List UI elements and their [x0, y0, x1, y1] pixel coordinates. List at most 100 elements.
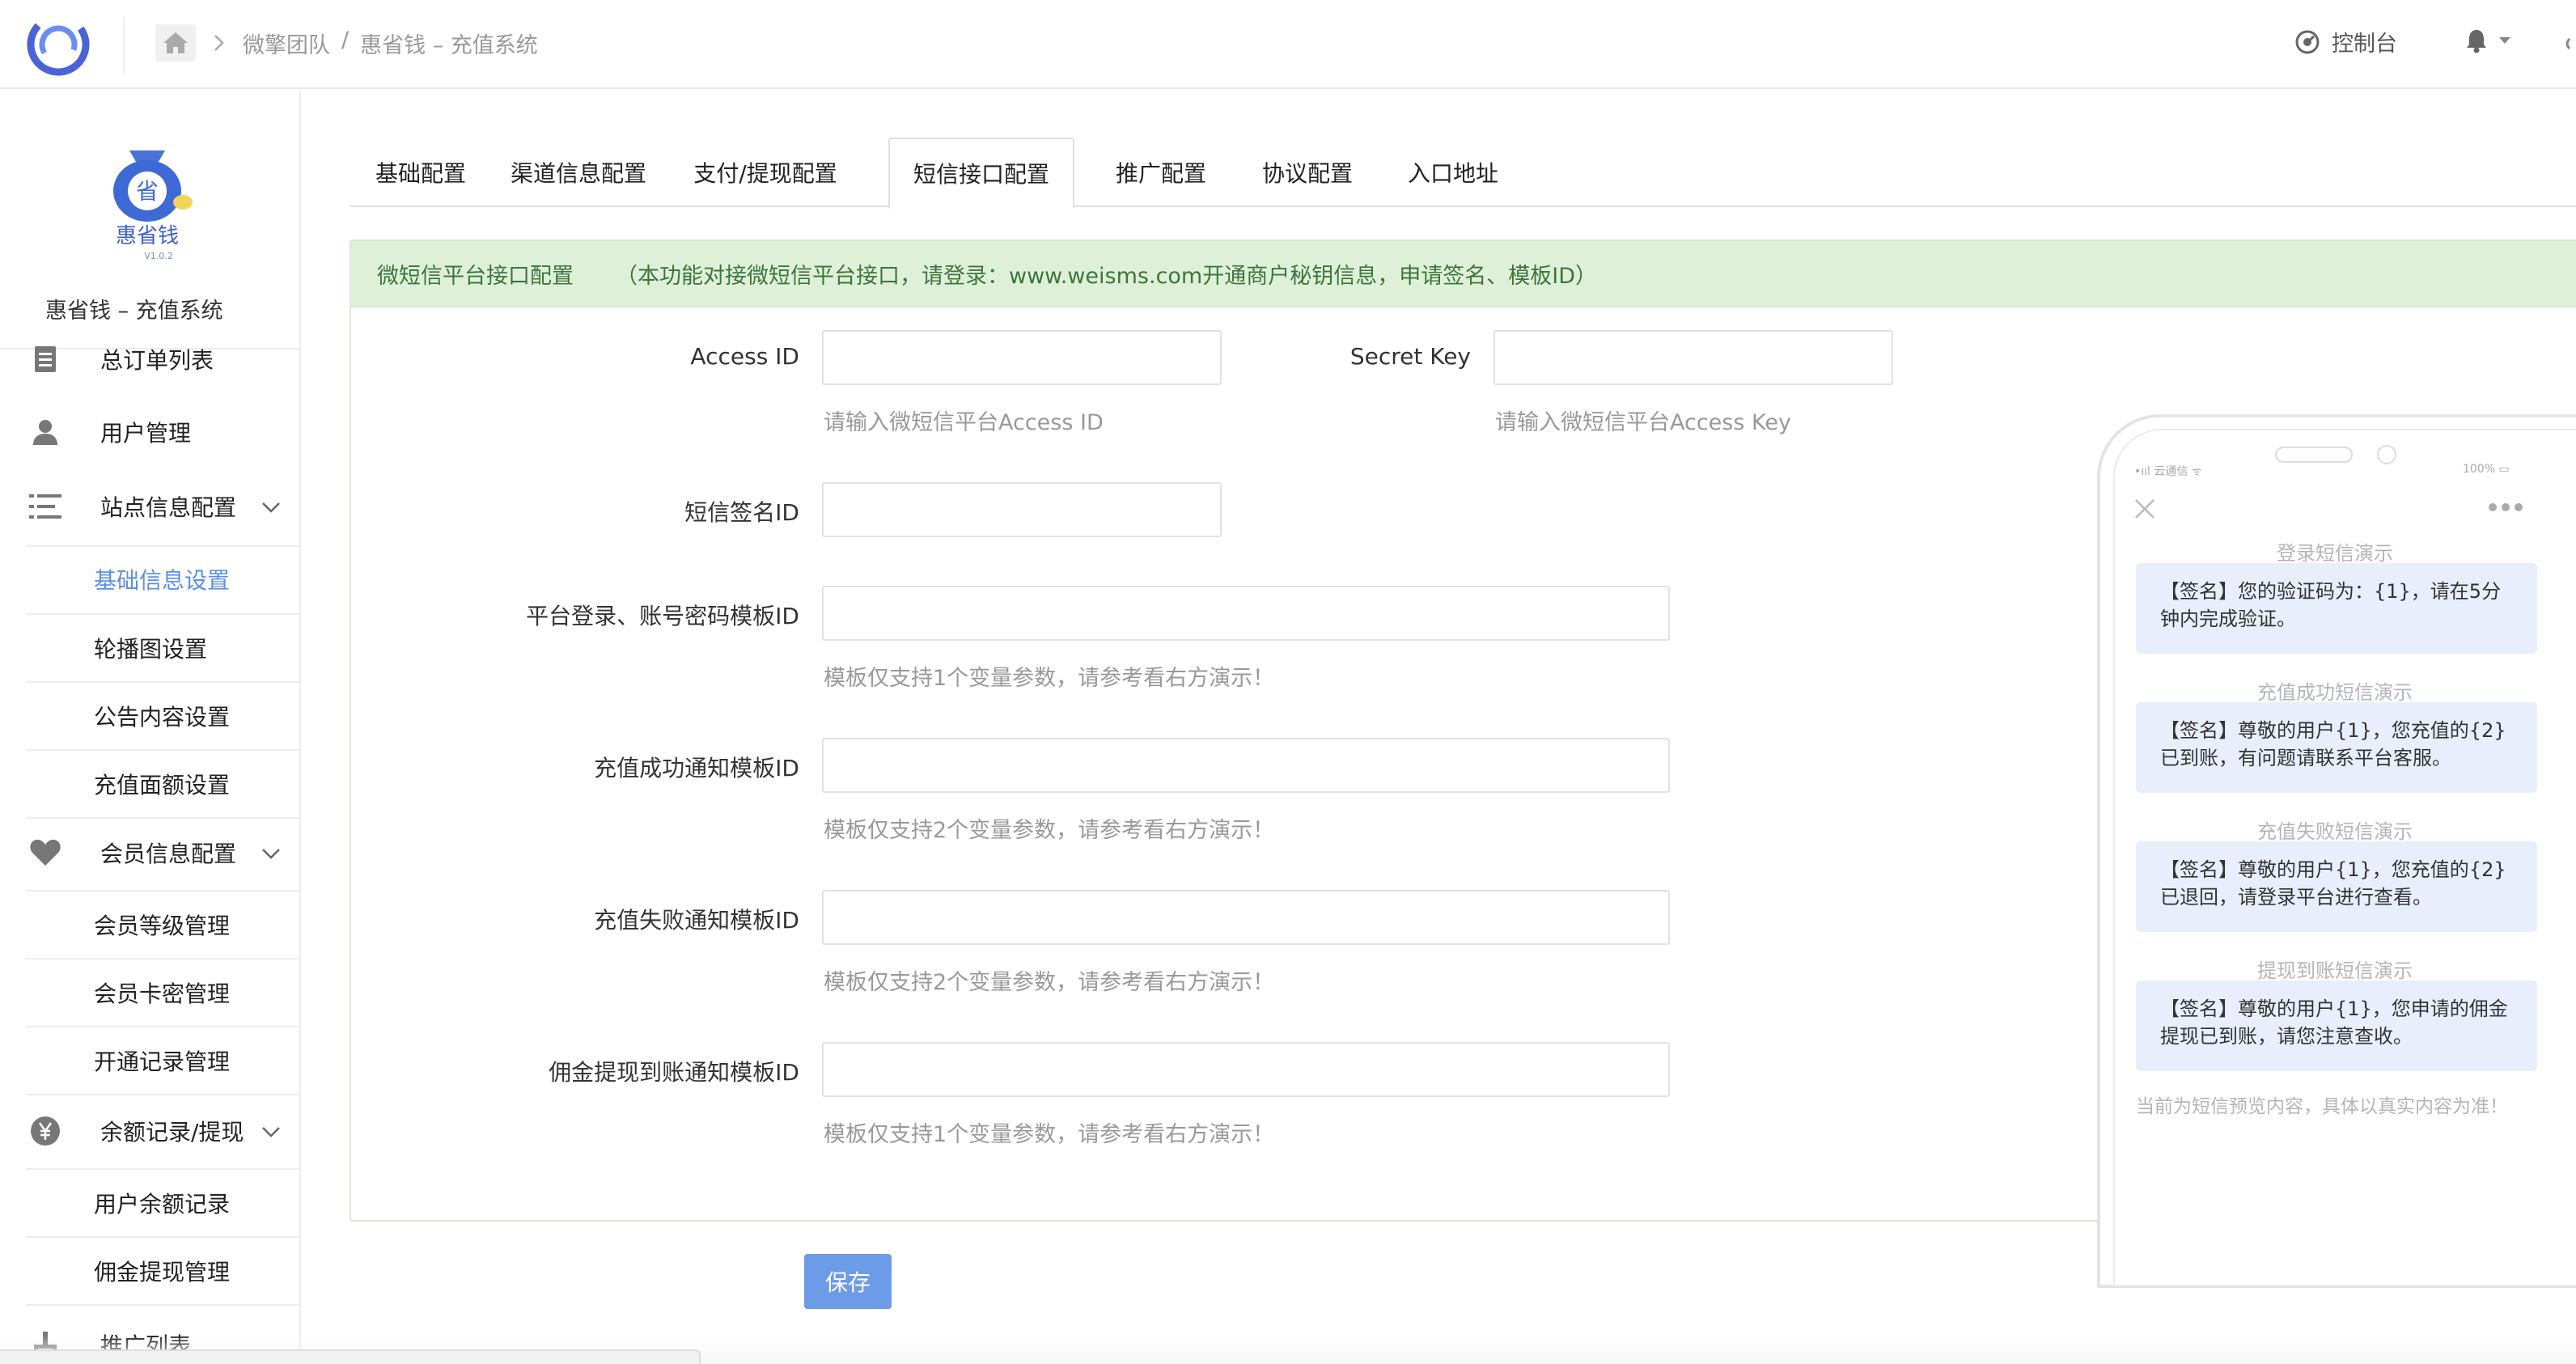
sidebar-item-label: 站点信息配置	[100, 494, 237, 521]
console-link[interactable]: 控制台	[2294, 26, 2397, 57]
preview-bubble-login: 【签名】您的验证码为：{1}，请在5分钟内完成验证。	[2136, 563, 2537, 654]
recharge-fail-template-help: 模板仅支持2个变量参数，请参考看右方演示！	[824, 970, 1275, 995]
sidebar-subitem-carousel[interactable]: 轮播图设置	[26, 613, 299, 681]
preview-bubble-withdraw: 【签名】尊敬的用户{1}，您申请的佣金提现已到账，请您注意查收。	[2136, 981, 2537, 1071]
preview-bubble-recharge-fail: 【签名】尊敬的用户{1}，您充值的{2}已退回，请登录平台进行查看。	[2136, 841, 2537, 932]
sidebar-subitem-user-balance[interactable]: 用户余额记录	[26, 1168, 299, 1236]
preview-caption-withdraw: 提现到账短信演示	[2257, 959, 2413, 982]
breadcrumb-item-app[interactable]: 惠省钱 – 充值系统	[360, 28, 538, 59]
preview-caption-login: 登录短信演示	[2277, 542, 2393, 565]
brand-name: 惠省钱 – 充值系统	[45, 299, 223, 324]
sidebar-item-balance[interactable]: 余额记录/提现	[0, 1097, 299, 1165]
recharge-success-template-input[interactable]	[822, 738, 1670, 793]
sidebar-subitem-label: 用户余额记录	[94, 1191, 231, 1218]
sidebar-item-users[interactable]: 用户管理	[0, 398, 299, 466]
preview-caption-recharge-success: 充值成功短信演示	[2257, 681, 2413, 704]
console-label: 控制台	[2332, 32, 2397, 57]
withdraw-template-help: 模板仅支持1个变量参数，请参考看右方演示！	[824, 1122, 1275, 1147]
app-logo-icon[interactable]	[21, 10, 95, 79]
notice-title: 微短信平台接口配置	[377, 263, 574, 289]
brand-logo-text: 惠省钱	[116, 224, 179, 248]
tab-channel-config[interactable]: 渠道信息配置	[494, 138, 663, 207]
bell-icon	[2467, 30, 2486, 53]
brand-version: V1.0.2	[144, 251, 173, 261]
caret-down-icon	[2499, 37, 2510, 44]
sidebar-subitem-label: 佣金提现管理	[94, 1259, 231, 1286]
access-id-input[interactable]	[822, 330, 1222, 385]
sidebar-subitem-label: 会员等级管理	[94, 913, 231, 939]
notice-text: （本功能对接微短信平台接口，请登录：www.weisms.com开通商户秘钥信息…	[616, 263, 1597, 289]
login-template-label: 平台登录、账号密码模板ID	[526, 603, 799, 629]
heart-icon	[28, 835, 63, 871]
top-header: 微擎团队 / 惠省钱 – 充值系统 控制台	[0, 0, 2576, 89]
breadcrumb-item-team[interactable]: 微擎团队	[243, 28, 330, 59]
secret-key-help: 请输入微短信平台Access Key	[1495, 410, 1791, 435]
browser-status-bar	[0, 1349, 701, 1364]
close-icon	[2135, 499, 2154, 519]
brand-logo-glyph: 省	[136, 178, 159, 205]
login-template-input[interactable]	[822, 586, 1670, 641]
home-button[interactable]	[155, 24, 196, 61]
sidebar-subitem-open-records[interactable]: 开通记录管理	[26, 1026, 299, 1094]
sidebar-item-member-config[interactable]: 会员信息配置	[0, 819, 299, 887]
sidebar-subitem-recharge-amount[interactable]: 充值面额设置	[26, 749, 299, 817]
tab-agreement-config[interactable]: 协议配置	[1239, 138, 1375, 207]
sidebar-subitem-label: 充值面额设置	[94, 772, 231, 798]
chevron-down-icon	[262, 849, 280, 859]
sidebar-subitem-basic-info[interactable]: 基础信息设置	[26, 545, 299, 613]
tab-entry-url[interactable]: 入口地址	[1385, 138, 1521, 207]
chevron-right-icon	[214, 35, 224, 51]
withdraw-template-label: 佣金提现到账通知模板ID	[549, 1059, 799, 1086]
secret-key-input[interactable]	[1493, 330, 1893, 385]
tab-sms-config[interactable]: 短信接口配置	[888, 138, 1074, 209]
sidebar-subitem-member-level[interactable]: 会员等级管理	[26, 890, 299, 958]
breadcrumb: 微擎团队 / 惠省钱 – 充值系统	[243, 28, 538, 59]
phone-status-left: •ııl 云通信 ᯤ	[2134, 465, 2202, 478]
config-tabs: 基础配置 渠道信息配置 支付/提现配置 短信接口配置 推广配置 协议配置 入口地…	[350, 138, 2576, 209]
save-button[interactable]: 保存	[804, 1254, 892, 1309]
sign-id-input[interactable]	[822, 482, 1222, 537]
submenu-divider	[26, 1304, 299, 1306]
more-icon	[2489, 503, 2523, 511]
sidebar-item-orders[interactable]: 总订单列表	[0, 325, 299, 393]
notification-menu[interactable]	[2464, 28, 2511, 53]
order-list-icon	[28, 341, 63, 377]
sidebar: 省 惠省钱 V1.0.2 惠省钱 – 充值系统 总订单列表 用户管理 站点信息配…	[0, 91, 301, 1364]
tab-basic-config[interactable]: 基础配置	[350, 138, 492, 207]
tab-promotion-config[interactable]: 推广配置	[1089, 138, 1233, 207]
phone-status-right: 100% ▭	[2463, 463, 2510, 476]
sidebar-item-site-config[interactable]: 站点信息配置	[0, 472, 299, 540]
sidebar-item-label: 会员信息配置	[100, 841, 237, 867]
recharge-fail-template-label: 充值失败通知模板ID	[594, 907, 799, 934]
access-id-label: Access ID	[690, 343, 799, 370]
login-template-help: 模板仅支持1个变量参数，请参考看右方演示！	[824, 666, 1275, 691]
menu-lines-icon	[28, 489, 63, 524]
preview-caption-recharge-fail: 充值失败短信演示	[2257, 820, 2413, 843]
submenu-divider	[26, 1094, 299, 1095]
brand-logo[interactable]: 省 惠省钱 V1.0.2	[91, 134, 204, 264]
secret-key-label: Secret Key	[1349, 343, 1471, 370]
preview-footer-note: 当前为短信预览内容，具体以真实内容为准！	[2136, 1096, 2508, 1117]
page: 微擎团队 / 惠省钱 – 充值系统 控制台 省 惠省钱 V1.0.2 惠省钱 –…	[0, 0, 2576, 1364]
sidebar-subitem-member-card[interactable]: 会员卡密管理	[26, 958, 299, 1026]
sidebar-subitem-announcement[interactable]: 公告内容设置	[26, 681, 299, 749]
header-divider	[123, 16, 125, 73]
sign-id-label: 短信签名ID	[684, 499, 799, 526]
withdraw-template-input[interactable]	[822, 1042, 1670, 1097]
chevron-down-icon	[262, 1127, 280, 1137]
recharge-fail-template-input[interactable]	[822, 890, 1670, 945]
recharge-success-template-help: 模板仅支持2个变量参数，请参考看右方演示！	[824, 818, 1275, 843]
sidebar-subitem-label: 轮播图设置	[94, 636, 208, 663]
dashboard-icon	[2295, 30, 2320, 53]
sidebar-subitem-commission-withdraw[interactable]: 佣金提现管理	[26, 1236, 299, 1304]
yen-icon	[28, 1113, 63, 1149]
breadcrumb-separator: /	[341, 28, 350, 53]
tab-payment-config[interactable]: 支付/提现配置	[673, 138, 858, 207]
notice-bar: 微短信平台接口配置 （本功能对接微短信平台接口，请登录：www.weisms.c…	[351, 241, 2576, 307]
recharge-success-template-label: 充值成功通知模板ID	[594, 755, 799, 782]
phone-speaker	[2275, 447, 2353, 463]
sidebar-subitem-label: 公告内容设置	[94, 704, 231, 731]
chevron-down-icon	[262, 502, 280, 513]
user-menu-icon[interactable]	[2560, 36, 2576, 52]
sidebar-item-label: 用户管理	[100, 420, 192, 447]
